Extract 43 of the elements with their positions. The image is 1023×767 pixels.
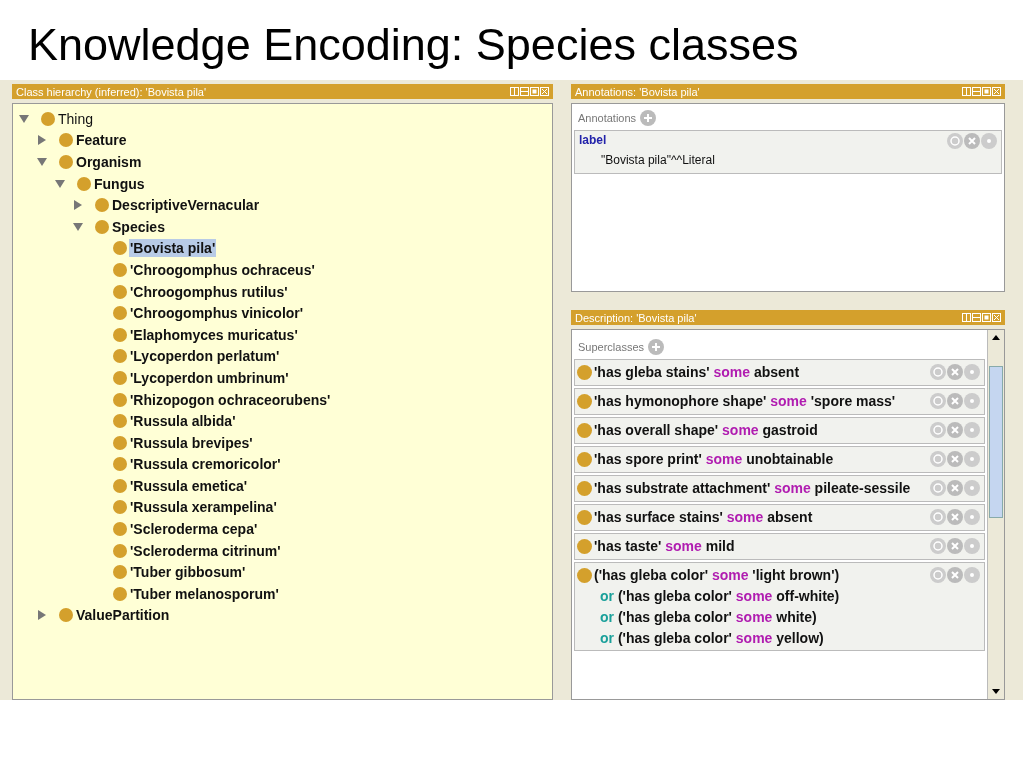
class-node[interactable]: Fungus (93, 174, 146, 193)
class-node[interactable]: 'Lycoperdon perlatum' (129, 347, 281, 366)
panel-title: Class hierarchy (inferred): 'Bovista pila' (16, 85, 207, 98)
class-node[interactable]: 'Russula albida' (129, 412, 237, 431)
class-node[interactable]: 'Scleroderma cepa' (129, 520, 259, 539)
class-expression: 'has substrate attachment' some pileate-sessile (594, 479, 912, 498)
class-node[interactable]: 'Russula emetica' (129, 476, 249, 495)
section-label: Annotations (578, 112, 637, 124)
panel-title: Description: 'Bovista pila' (575, 311, 697, 324)
class-expression: or ('has gleba color' some yellow) (599, 629, 825, 648)
class-node[interactable]: ValuePartition (75, 606, 171, 625)
class-node[interactable]: 'Lycoperdon umbrinum' (129, 368, 290, 387)
class-expression: 'has overall shape' some gastroid (594, 421, 819, 440)
class-node[interactable]: 'Russula cremoricolor' (129, 455, 282, 474)
class-expression: or ('has gleba color' some off-white) (599, 587, 841, 606)
class-expression: 'has surface stains' some absent (594, 508, 814, 527)
property-name: label (579, 133, 607, 149)
class-expression: 'has gleba stains' some absent (594, 363, 801, 382)
class-expression: 'has hymonophore shape' some 'spore mass' (594, 392, 897, 411)
class-node[interactable]: 'Tuber gibbosum' (129, 563, 247, 582)
class-node[interactable]: 'Elaphomyces muricatus' (129, 325, 299, 344)
section-label: Superclasses (578, 341, 645, 353)
class-node[interactable]: Organism (75, 153, 143, 171)
class-expression: 'has spore print' some unobtainable (594, 450, 835, 469)
class-node[interactable]: Feature (75, 131, 128, 150)
class-node[interactable]: 'Chroogomphus vinicolor' (129, 304, 305, 323)
class-expression: or ('has gleba color' some white) (599, 608, 818, 627)
annotation-value: "Bovista pila"^^Literal (600, 152, 716, 169)
slide-title: Knowledge Encoding: Species classes (27, 18, 800, 72)
class-node[interactable]: 'Scleroderma citrinum' (129, 541, 282, 560)
class-node[interactable]: Species (111, 217, 166, 236)
class-expression: 'has taste' some mild (594, 537, 736, 556)
class-node[interactable]: 'Chroogomphus ochraceus' (129, 260, 316, 279)
class-node[interactable]: 'Chroogomphus rutilus' (129, 282, 289, 301)
class-node[interactable]: 'Russula xerampelina' (129, 498, 278, 517)
class-node[interactable]: DescriptiveVernacular (111, 196, 261, 215)
class-node[interactable]: 'Rhizopogon ochraceorubens' (129, 390, 332, 409)
class-node[interactable]: 'Tuber melanosporum' (129, 584, 280, 603)
class-expression: ('has gleba color' some 'light brown') (594, 566, 841, 585)
class-node[interactable]: 'Russula brevipes' (129, 433, 254, 452)
panel-title: Annotations: 'Bovista pila' (575, 85, 700, 98)
class-node[interactable]: Thing (57, 109, 95, 128)
class-node[interactable]: 'Bovista pila' (129, 239, 217, 258)
